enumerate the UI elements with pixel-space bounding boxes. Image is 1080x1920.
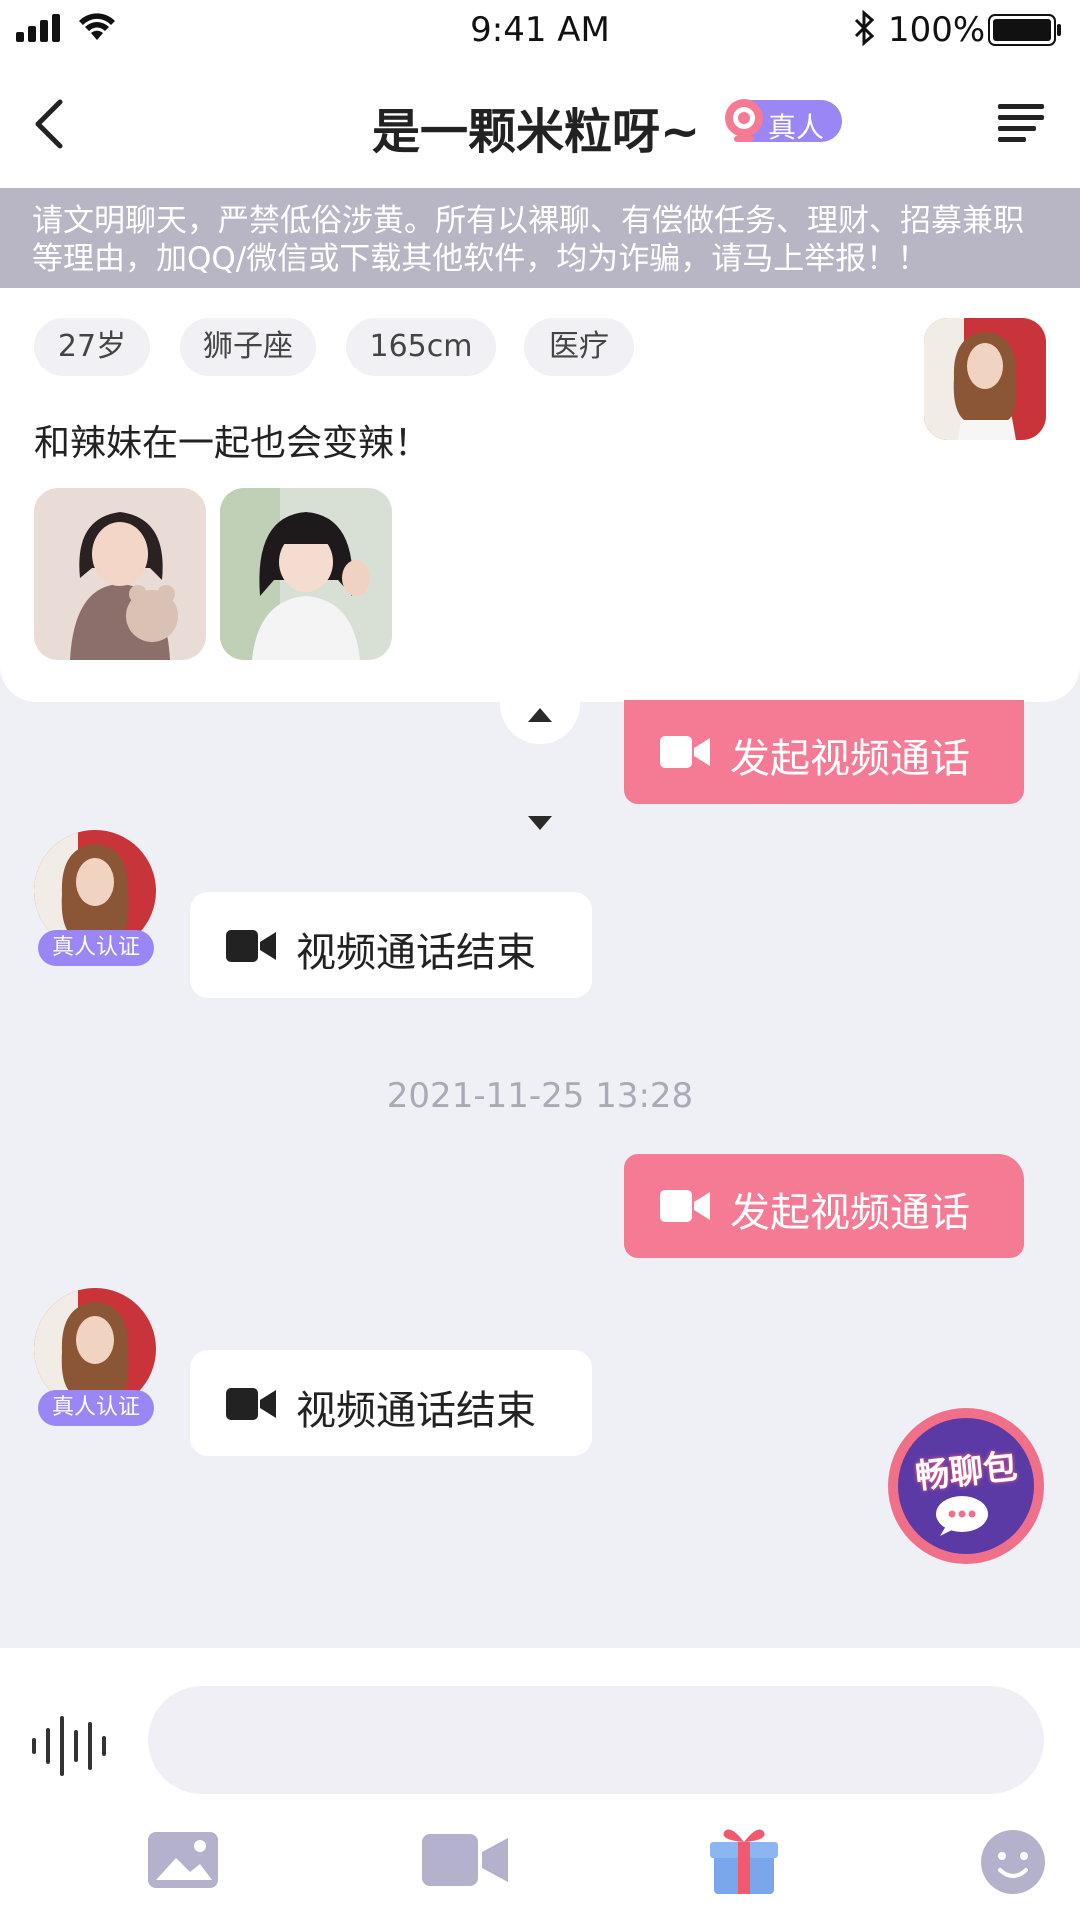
incoming-call-text: 视频通话结束 [296, 1388, 536, 1434]
status-bar: 9:41 AM 100% [0, 0, 1080, 62]
profile-photo[interactable] [34, 488, 206, 660]
collapse-tab[interactable] [500, 700, 580, 744]
video-camera-icon [226, 1388, 276, 1420]
battery-percent: 100% [888, 10, 986, 50]
collapse-arrow-icon[interactable] [528, 708, 552, 722]
outgoing-call-bubble[interactable]: 发起视频通话 [624, 1154, 1024, 1258]
chat-package-button[interactable]: 畅聊包 [888, 1408, 1044, 1564]
video-icon[interactable] [422, 1824, 508, 1896]
profile-avatar[interactable] [924, 318, 1046, 440]
incoming-call-text: 视频通话结束 [296, 930, 536, 976]
menu-icon[interactable] [996, 100, 1048, 146]
bluetooth-icon [854, 10, 875, 46]
outgoing-call-text: 发起视频通话 [730, 1190, 970, 1236]
page-title: 是一颗米粒呀~ [372, 104, 701, 160]
image-icon[interactable] [146, 1824, 220, 1896]
battery-icon [988, 14, 1061, 46]
back-icon[interactable] [26, 92, 76, 156]
video-camera-icon [226, 930, 276, 962]
verify-badge: 真人认证 [38, 930, 154, 966]
real-badge-label: 真人 [768, 111, 825, 144]
video-camera-icon [660, 1190, 710, 1222]
profile-card: 27岁 狮子座 165cm 医疗 和辣妹在一起也会变辣！ [0, 288, 1080, 702]
expand-arrow-icon[interactable] [528, 816, 552, 830]
camera-verify-icon [725, 99, 763, 142]
input-bar [0, 1648, 1080, 1920]
outgoing-call-text: 发起视频通话 [730, 736, 970, 782]
profile-photo[interactable] [220, 488, 392, 660]
gift-icon[interactable] [710, 1824, 778, 1896]
incoming-call-bubble[interactable]: 视频通话结束 [190, 892, 592, 998]
verify-badge: 真人认证 [38, 1390, 154, 1426]
safety-notice: 请文明聊天，严禁低俗涉黄。所有以裸聊、有偿做任务、理财、招募兼职等理由，加QQ/… [0, 188, 1080, 288]
message-input[interactable] [148, 1686, 1044, 1794]
chat-bubble-icon [936, 1496, 988, 1536]
incoming-call-bubble[interactable]: 视频通话结束 [190, 1350, 592, 1456]
emoji-icon[interactable] [980, 1824, 1046, 1896]
profile-bio: 和辣妹在一起也会变辣！ [34, 423, 431, 464]
tag-zodiac: 狮子座 [180, 318, 316, 376]
nav-bar: 是一颗米粒呀~ 真人 [0, 62, 1080, 188]
outgoing-call-bubble[interactable]: 发起视频通话 [624, 700, 1024, 804]
video-camera-icon [660, 736, 710, 768]
real-person-badge: 真人 [722, 96, 842, 146]
chat-timestamp: 2021-11-25 13:28 [386, 1076, 694, 1116]
tag-age: 27岁 [34, 318, 150, 376]
voice-icon[interactable] [32, 1716, 106, 1776]
tag-occupation: 医疗 [524, 318, 634, 376]
tag-height: 165cm [346, 318, 496, 376]
